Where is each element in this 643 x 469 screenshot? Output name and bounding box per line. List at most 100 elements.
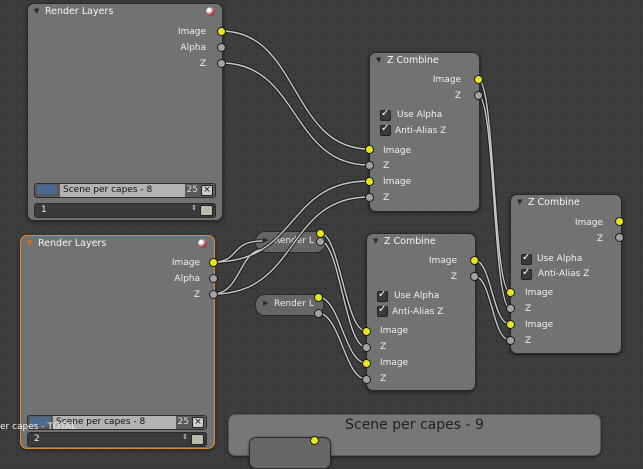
layer-browse-icon[interactable]: [200, 205, 213, 216]
render-layers-node-1[interactable]: ▼ Render Layers Image Alpha Z Scene per …: [27, 3, 223, 221]
frame-title: Scene per capes - 9: [345, 417, 484, 433]
scene-selector[interactable]: Scene per capes - 8 25 ×: [34, 183, 216, 198]
layer-browse-icon[interactable]: [191, 434, 204, 445]
input-label-z: Z: [380, 374, 387, 384]
socket-input-image[interactable]: [362, 359, 371, 368]
socket-output-image[interactable]: [474, 75, 483, 84]
anti-alias-z-checkbox[interactable]: [521, 267, 532, 280]
socket-input-z[interactable]: [362, 375, 371, 384]
output-label-alpha: Alpha: [180, 43, 206, 53]
collapse-triangle-icon[interactable]: ▼: [27, 239, 32, 247]
output-label-image: Image: [432, 75, 461, 85]
collapse-triangle-icon[interactable]: ▼: [376, 56, 381, 64]
z-combine-node-1[interactable]: ▼ Z Combine Image Z Use Alpha Anti-Alias…: [369, 52, 480, 212]
input-label-z: Z: [525, 304, 532, 314]
socket-output-alpha[interactable]: [209, 274, 218, 283]
anti-alias-z-label: Anti-Alias Z: [395, 126, 447, 136]
anti-alias-z-checkbox[interactable]: [380, 123, 391, 136]
socket-input-z[interactable]: [365, 161, 374, 170]
updown-arrows-icon: ⇕: [182, 433, 188, 441]
anti-alias-z-label: Anti-Alias Z: [392, 307, 444, 317]
z-combine-node-3[interactable]: ▼ Z Combine Image Z Use Alpha Anti-Alias…: [510, 194, 622, 354]
scene-icon[interactable]: [37, 185, 57, 194]
node-header[interactable]: ▼ Render Layers: [28, 4, 222, 20]
socket-input-image[interactable]: [362, 327, 371, 336]
socket-output-z[interactable]: [474, 91, 483, 100]
output-label-image: Image: [574, 218, 603, 228]
scene-total-label: er capes - TOTAL: [0, 422, 77, 432]
socket-input-z[interactable]: [506, 304, 515, 313]
node-title: Render Layers: [38, 238, 107, 249]
use-alpha-checkbox[interactable]: [521, 252, 532, 265]
socket-output-z[interactable]: [209, 290, 218, 299]
anti-alias-z-label: Anti-Alias Z: [538, 269, 590, 279]
render-layer-selector[interactable]: 1 ⇕: [34, 203, 216, 218]
output-label-z: Z: [450, 272, 457, 282]
input-label-image: Image: [383, 177, 412, 187]
node-header[interactable]: ▼ Render Layers: [21, 236, 214, 252]
node-title: Z Combine: [387, 55, 439, 66]
node-header[interactable]: ▼ Z Combine: [511, 195, 621, 211]
input-label-image: Image: [380, 358, 409, 368]
input-label-image: Image: [380, 326, 409, 336]
input-label-z: Z: [383, 193, 390, 203]
use-alpha-label: Use Alpha: [397, 110, 443, 120]
input-label-image: Image: [383, 146, 412, 156]
socket-output-z[interactable]: [615, 233, 624, 242]
render-layer-value: 2: [34, 434, 40, 444]
use-alpha-label: Use Alpha: [394, 291, 440, 301]
use-alpha-label: Use Alpha: [537, 254, 583, 264]
render-ball-icon[interactable]: [198, 239, 207, 248]
input-label-z: Z: [525, 336, 532, 346]
node-title: Z Combine: [384, 236, 436, 247]
output-label-z: Z: [596, 234, 603, 244]
node-header[interactable]: ▼ Z Combine: [367, 234, 475, 250]
socket-input-image[interactable]: [506, 320, 515, 329]
frame-node[interactable]: Scene per capes - 9: [228, 414, 601, 469]
node-title: Render L: [274, 236, 314, 246]
socket-output-image[interactable]: [314, 293, 323, 302]
render-layer-selector[interactable]: 2 ⇕: [27, 432, 207, 447]
scene-name-field[interactable]: Scene per capes - 8: [60, 184, 185, 197]
socket-input-z[interactable]: [362, 343, 371, 352]
socket-input-image[interactable]: [506, 288, 515, 297]
output-label-z: Z: [454, 91, 461, 101]
anti-alias-z-checkbox[interactable]: [377, 304, 388, 317]
socket-output-alpha[interactable]: [217, 43, 226, 52]
socket-output-z[interactable]: [316, 237, 325, 246]
socket-output-image[interactable]: [209, 258, 218, 267]
socket-input-z[interactable]: [365, 193, 374, 202]
socket-output-z[interactable]: [314, 309, 323, 318]
expand-triangle-icon[interactable]: ▶: [263, 236, 268, 244]
input-label-image: Image: [525, 288, 554, 298]
socket-output-z[interactable]: [470, 272, 479, 281]
output-label-image: Image: [177, 27, 206, 37]
socket-input-z[interactable]: [506, 336, 515, 345]
socket-output-image[interactable]: [310, 436, 319, 445]
collapse-triangle-icon[interactable]: ▼: [517, 198, 522, 206]
socket-output-image[interactable]: [217, 27, 226, 36]
use-alpha-checkbox[interactable]: [377, 289, 388, 302]
collapse-triangle-icon[interactable]: ▼: [373, 237, 378, 245]
unlink-scene-icon[interactable]: ×: [192, 417, 204, 428]
output-label-alpha: Alpha: [174, 274, 200, 284]
socket-output-image[interactable]: [470, 256, 479, 265]
render-layers-node-2[interactable]: ▼ Render Layers Image Alpha Z Scene per …: [20, 235, 215, 449]
unlink-scene-icon[interactable]: ×: [201, 185, 213, 196]
scene-users-count: 25: [177, 417, 189, 427]
z-combine-node-2[interactable]: ▼ Z Combine Image Z Use Alpha Anti-Alias…: [366, 233, 476, 391]
render-layer-value: 1: [41, 205, 47, 215]
updown-arrows-icon: ⇕: [191, 204, 197, 212]
socket-input-image[interactable]: [365, 177, 374, 186]
socket-input-image[interactable]: [365, 145, 374, 154]
scene-users-count: 25: [186, 185, 198, 195]
expand-triangle-icon[interactable]: ▶: [263, 299, 268, 307]
node-header[interactable]: ▼ Z Combine: [370, 53, 479, 69]
render-ball-icon[interactable]: [206, 7, 215, 16]
node-title: Render L: [274, 299, 314, 309]
input-label-z: Z: [380, 342, 387, 352]
socket-output-z[interactable]: [217, 59, 226, 68]
socket-output-image[interactable]: [615, 217, 624, 226]
use-alpha-checkbox[interactable]: [380, 108, 391, 121]
collapse-triangle-icon[interactable]: ▼: [34, 7, 39, 15]
